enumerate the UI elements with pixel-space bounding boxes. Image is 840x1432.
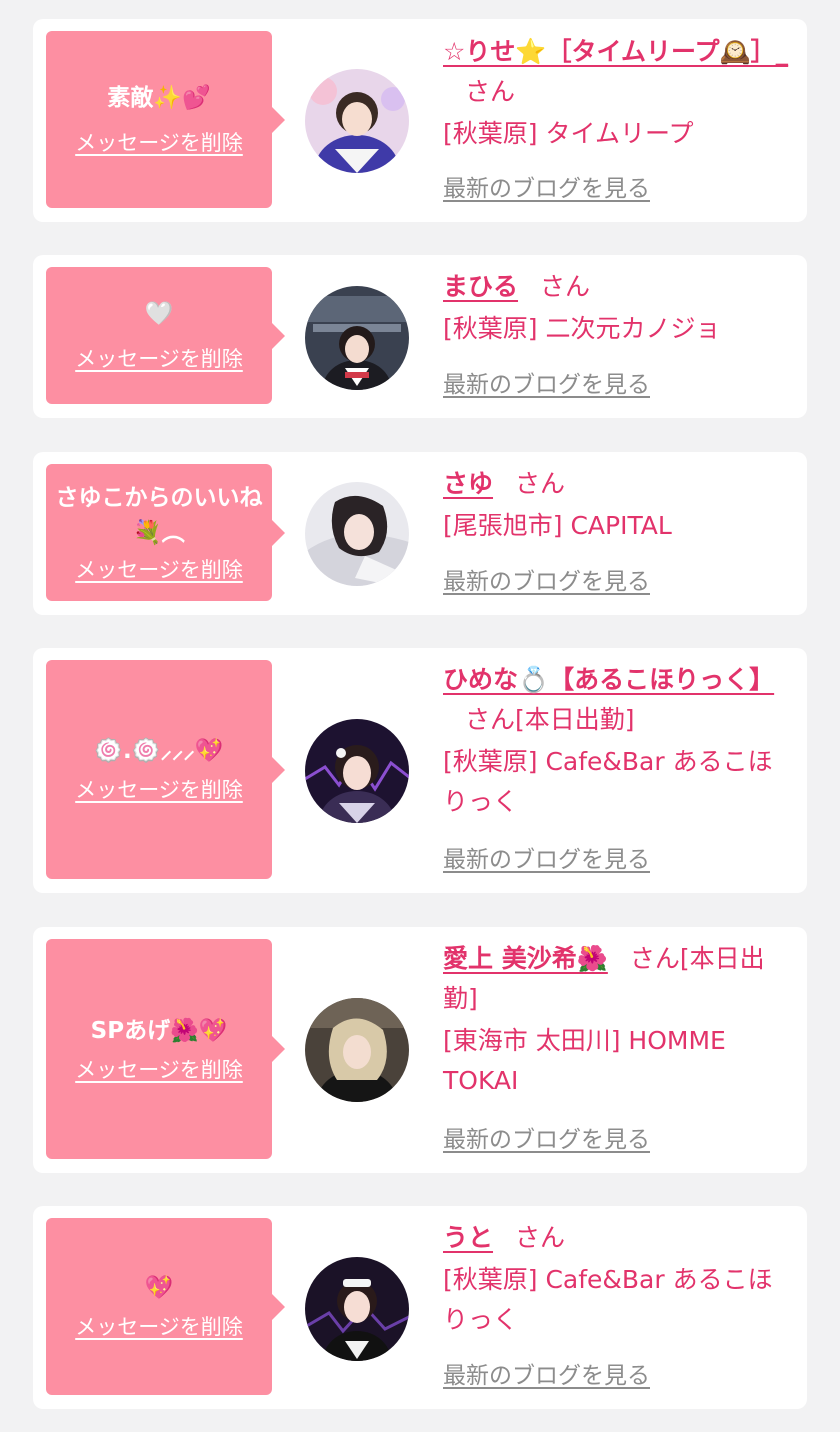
latest-blog-link[interactable]: 最新のブログを見る [443,567,650,597]
user-name-link[interactable]: ひめな💍【あるこほりっく】 [443,665,774,694]
message-card: 🤍 メッセージを削除 まひる さん [秋葉原] 二次元カノジョ 最新のブログを見る [33,255,807,418]
name-line: さゆ さん [443,464,793,504]
avatar[interactable] [305,998,409,1102]
user-name-link[interactable]: ☆りせ⭐️［タイムリープ🕰️］_ [443,37,788,66]
honorific-label: さん [515,469,566,498]
avatar[interactable] [305,482,409,586]
user-info: 愛上 美沙希🌺 さん[本日出勤] [東海市 太田川] HOMME TOKAI [443,939,793,1101]
user-info: ☆りせ⭐️［タイムリープ🕰️］_ さん [秋葉原] タイムリープ [443,32,793,154]
honorific-label: さん [629,944,680,973]
message-card: さゆこからのいいね💐︵ メッセージを削除 さゆ さん [尾張旭市] CAPITAL… [33,452,807,615]
latest-blog-link[interactable]: 最新のブログを見る [443,174,650,204]
status-label: [本日出勤] [515,705,635,734]
latest-blog-link[interactable]: 最新のブログを見る [443,1125,650,1155]
avatar[interactable] [305,69,409,173]
shop-label: [秋葉原] タイムリープ [443,119,694,148]
delete-message-link[interactable]: メッセージを削除 [75,1055,243,1085]
delete-message-link[interactable]: メッセージを削除 [75,555,243,585]
honorific-label: さん [465,77,516,106]
user-info: うと さん [秋葉原] Cafe&Bar あるこほりっく [443,1218,793,1340]
name-line: うと さん [443,1218,793,1258]
name-line: ☆りせ⭐️［タイムリープ🕰️］_ さん [443,32,793,112]
message-bubble: SPあげ🌺💖 メッセージを削除 [46,939,285,1159]
delete-message-link[interactable]: メッセージを削除 [75,775,243,805]
message-card: SPあげ🌺💖 メッセージを削除 愛上 美沙希🌺 さん[本日出勤] [東海市 太田川… [33,927,807,1173]
user-name-link[interactable]: さゆ [443,469,493,498]
latest-blog-link[interactable]: 最新のブログを見る [443,1361,650,1391]
shop-label: [秋葉原] Cafe&Bar あるこほりっく [443,1265,773,1334]
delete-message-link[interactable]: メッセージを削除 [75,344,243,374]
honorific-label: さん [515,1223,566,1252]
shop-label: [東海市 太田川] HOMME TOKAI [443,1026,726,1095]
user-name-link[interactable]: まひる [443,272,518,301]
message-text: 🤍 [144,301,174,327]
message-bubble: さゆこからのいいね💐︵ メッセージを削除 [46,464,285,601]
message-card: 💖 メッセージを削除 うと さん [秋葉原] Cafe&Bar あるこほりっく 最… [33,1206,807,1409]
user-info: ひめな💍【あるこほりっく】さん[本日出勤] [秋葉原] Cafe&Bar あるこ… [443,660,793,822]
avatar[interactable] [305,286,409,390]
shop-label: [秋葉原] Cafe&Bar あるこほりっく [443,747,773,816]
name-line: ひめな💍【あるこほりっく】さん[本日出勤] [443,660,793,740]
avatar[interactable] [305,719,409,823]
message-card: 素敵✨💕 メッセージを削除 ☆りせ⭐️［タイムリープ🕰️］_ さん [秋葉原] タ… [33,19,807,222]
message-text: さゆこからのいいね💐︵ [55,484,263,546]
message-bubble: 🍥.🍥⸝⸝⸝💖 メッセージを削除 [46,660,285,879]
latest-blog-link[interactable]: 最新のブログを見る [443,845,650,875]
message-card: 🍥.🍥⸝⸝⸝💖 メッセージを削除 ひめな💍【あるこほりっく】さん[本日出勤] [… [33,648,807,893]
message-bubble: 🤍 メッセージを削除 [46,267,285,404]
message-bubble: 素敵✨💕 メッセージを削除 [46,31,285,208]
user-info: まひる さん [秋葉原] 二次元カノジョ [443,267,793,349]
user-info: さゆ さん [尾張旭市] CAPITAL [443,464,793,546]
honorific-label: さん [465,705,516,734]
avatar[interactable] [305,1257,409,1361]
message-bubble: 💖 メッセージを削除 [46,1218,285,1395]
message-text: 💖 [144,1275,174,1301]
user-name-link[interactable]: うと [443,1223,493,1252]
message-text: 🍥.🍥⸝⸝⸝💖 [94,738,224,764]
shop-label: [秋葉原] 二次元カノジョ [443,314,721,343]
name-line: 愛上 美沙希🌺 さん[本日出勤] [443,939,793,1019]
name-line: まひる さん [443,267,793,307]
latest-blog-link[interactable]: 最新のブログを見る [443,370,650,400]
honorific-label: さん [540,272,591,301]
user-name-link[interactable]: 愛上 美沙希🌺 [443,944,608,973]
shop-label: [尾張旭市] CAPITAL [443,511,672,540]
message-text: 素敵✨💕 [107,85,211,111]
message-text: SPあげ🌺💖 [90,1017,228,1044]
delete-message-link[interactable]: メッセージを削除 [75,1312,243,1342]
delete-message-link[interactable]: メッセージを削除 [75,128,243,158]
